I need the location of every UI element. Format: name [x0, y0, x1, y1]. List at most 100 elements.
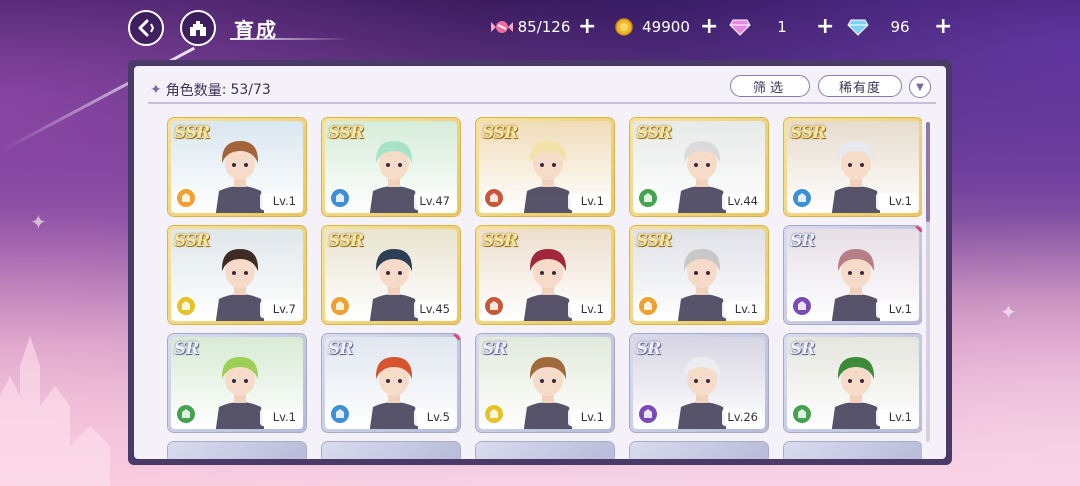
level-label: Lv.1	[876, 301, 916, 318]
element-icon	[329, 187, 351, 209]
scroll-thumb[interactable]	[926, 122, 930, 222]
currency-candy: 85/126 +	[490, 16, 596, 38]
sparkle-icon: ✦	[1000, 300, 1017, 324]
rarity-label: SSR	[482, 123, 518, 143]
currency-value: 85/126	[517, 18, 571, 36]
level-label: Lv.7	[260, 301, 300, 318]
character-portrait: SSR Lv.1	[633, 229, 765, 321]
character-count-label: 角色数量	[165, 83, 222, 99]
add-blue-diamond-button[interactable]: +	[934, 16, 952, 38]
title-underline	[230, 38, 350, 40]
character-portrait: SSR Lv.1	[171, 121, 303, 213]
character-portrait: SSR Lv.44	[633, 121, 765, 213]
character-card-partial[interactable]	[168, 442, 306, 459]
scrollbar[interactable]	[926, 122, 930, 442]
character-card[interactable]: SR Lv.1	[168, 334, 306, 432]
back-arrow-icon	[138, 19, 155, 37]
character-card[interactable]: SSR Lv.45	[322, 226, 460, 324]
element-icon	[175, 187, 197, 209]
character-card-partial[interactable]	[476, 442, 614, 459]
character-portrait: SSR Lv.1	[479, 229, 611, 321]
level-label: Lv.47	[414, 193, 454, 210]
element-icon	[791, 295, 813, 317]
character-count: ✦ 角色数量 : 53/73	[150, 80, 271, 100]
add-pink-diamond-button[interactable]: +	[816, 16, 834, 38]
character-card[interactable]: SSR Lv.44	[630, 118, 768, 216]
character-card[interactable]: SSR Lv.1	[476, 226, 614, 324]
character-portrait: SSR Lv.1	[479, 121, 611, 213]
character-portrait: SSR Lv.7	[171, 229, 303, 321]
add-candy-button[interactable]: +	[578, 16, 596, 38]
character-count-value: 53/73	[230, 82, 271, 98]
character-grid: SSR Lv.1 SSR Lv.47 SSR Lv.1 SSR Lv.44 SSR Lv.1 SSR…	[142, 108, 922, 459]
currency-blue-diamond: 96 +	[846, 16, 952, 38]
level-label: Lv.1	[876, 193, 916, 210]
character-portrait: SR Lv.5	[325, 337, 457, 429]
character-card[interactable]: SR Lv.1	[476, 334, 614, 432]
character-card-partial[interactable]	[784, 442, 922, 459]
character-card[interactable]: SR Lv.26	[630, 334, 768, 432]
rarity-label: SR	[482, 339, 507, 359]
rarity-label: SSR	[482, 231, 518, 251]
currency-value: 1	[777, 18, 787, 36]
back-button[interactable]	[128, 10, 164, 46]
character-portrait: SSR Lv.45	[325, 229, 457, 321]
add-gold-button[interactable]: +	[700, 16, 718, 38]
character-portrait: SSR Lv.1	[787, 121, 919, 213]
filter-button[interactable]: 筛选	[730, 75, 810, 97]
element-icon	[483, 187, 505, 209]
level-label: Lv.44	[722, 193, 762, 210]
level-label: Lv.1	[722, 301, 762, 318]
rarity-label: SSR	[636, 231, 672, 251]
currency-gold: 49900 +	[612, 16, 718, 38]
character-card[interactable]: SR Lv.1	[784, 226, 922, 324]
sort-order-button[interactable]: ▼	[909, 76, 931, 98]
character-panel-inner: ✦ 角色数量 : 53/73 筛选 稀有度 ▼ SSR Lv.1 SSR Lv.47 S…	[134, 66, 946, 459]
pink-diamond-icon	[728, 16, 752, 38]
level-label: Lv.1	[260, 193, 300, 210]
character-portrait: SR Lv.1	[787, 337, 919, 429]
character-panel: ✦ 角色数量 : 53/73 筛选 稀有度 ▼ SSR Lv.1 SSR Lv.47 S…	[128, 60, 952, 465]
top-bar: 育成 85/126 + 49900 + 1 + 96 +	[0, 0, 1080, 56]
character-card[interactable]: SSR Lv.1	[168, 118, 306, 216]
currency-value: 49900	[642, 18, 690, 36]
rarity-label: SR	[636, 339, 661, 359]
character-portrait: SR Lv.1	[787, 229, 919, 321]
character-portrait: SR Lv.1	[479, 337, 611, 429]
element-icon	[175, 295, 197, 317]
character-card[interactable]: SSR Lv.47	[322, 118, 460, 216]
rarity-label: SSR	[174, 231, 210, 251]
character-card[interactable]: SSR Lv.1	[784, 118, 922, 216]
level-label: Lv.1	[568, 193, 608, 210]
element-icon	[637, 187, 659, 209]
castle-silhouette	[0, 336, 110, 486]
home-button[interactable]	[180, 10, 216, 46]
character-card[interactable]: SR Lv.1	[784, 334, 922, 432]
element-icon	[483, 403, 505, 425]
character-card[interactable]: SSR Lv.1	[476, 118, 614, 216]
character-card-partial[interactable]	[630, 442, 768, 459]
level-label: Lv.26	[722, 409, 762, 426]
castle-home-icon	[190, 21, 206, 36]
rarity-label: SR	[328, 339, 353, 359]
element-icon	[637, 295, 659, 317]
character-portrait: SR Lv.1	[171, 337, 303, 429]
rarity-label: SSR	[174, 123, 210, 143]
chevron-down-icon: ▼	[916, 81, 924, 93]
level-label: Lv.1	[260, 409, 300, 426]
rarity-label: SR	[174, 339, 199, 359]
currency-pink-diamond: 1 +	[728, 16, 834, 38]
level-label: Lv.1	[568, 409, 608, 426]
sparkle-icon: ✦	[150, 82, 162, 98]
candy-icon	[490, 16, 514, 38]
sparkle-icon: ✦	[30, 210, 47, 234]
panel-header: ✦ 角色数量 : 53/73 筛选 稀有度 ▼	[134, 66, 946, 104]
character-card-partial[interactable]	[322, 442, 460, 459]
character-card[interactable]: SSR Lv.1	[630, 226, 768, 324]
header-divider	[148, 102, 936, 104]
rarity-sort-button[interactable]: 稀有度	[818, 75, 902, 97]
element-icon	[329, 403, 351, 425]
currency-value: 96	[890, 18, 910, 36]
character-card[interactable]: SR Lv.5	[322, 334, 460, 432]
character-card[interactable]: SSR Lv.7	[168, 226, 306, 324]
